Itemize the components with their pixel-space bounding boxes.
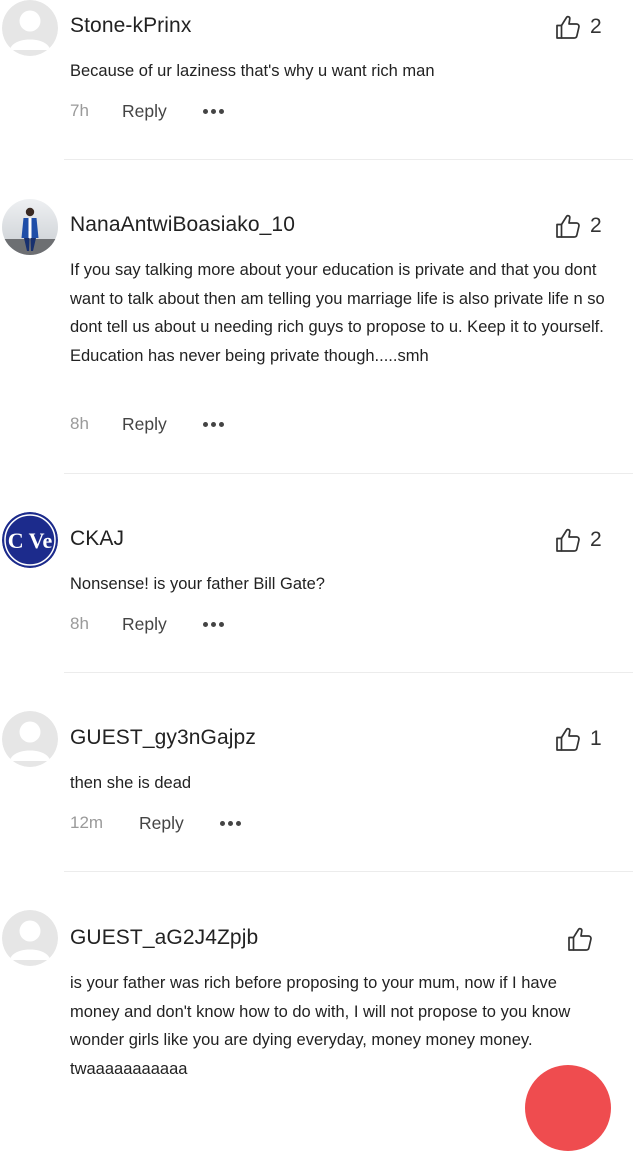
reply-button[interactable]: Reply — [122, 101, 203, 122]
comment-item: C Ve CKAJ 2 Nonsense! is your father Bil… — [0, 512, 633, 672]
timestamp: 12m — [70, 813, 104, 832]
like-count: 1 — [590, 727, 602, 750]
comment-text: then she is dead — [70, 769, 610, 798]
thumbs-up-icon — [556, 15, 580, 39]
comment-text-line: If you say talking more about your educa… — [70, 261, 605, 337]
comment-text-line: then she is dead — [70, 774, 192, 792]
avatar[interactable] — [2, 199, 58, 255]
avatar[interactable]: C Ve — [2, 512, 58, 568]
reply-button[interactable]: Reply — [122, 614, 203, 635]
like-button[interactable] — [566, 924, 594, 954]
thumbs-up-icon — [556, 528, 580, 552]
thumbs-up-icon — [556, 727, 580, 751]
comment-text: is your father was rich before proposing… — [70, 969, 610, 1083]
comment-item: GUEST_aG2J4Zpjb is your father was rich … — [0, 910, 633, 1080]
reply-button[interactable]: Reply — [139, 813, 220, 834]
like-count: 2 — [590, 214, 602, 237]
reply-button[interactable]: Reply — [122, 414, 203, 435]
more-options-icon[interactable] — [203, 614, 224, 634]
timestamp: 8h — [70, 414, 89, 433]
comment-meta: 12m Reply — [70, 809, 241, 837]
like-button[interactable]: 2 — [554, 525, 602, 555]
avatar-logo-text: C Ve — [8, 528, 53, 553]
thumbs-up-icon — [568, 927, 592, 951]
more-options-icon[interactable] — [203, 101, 224, 121]
thumbs-up-icon — [556, 214, 580, 238]
comment-text-line: is your father was rich before proposing… — [70, 974, 571, 1078]
comment-item: GUEST_gy3nGajpz 1 then she is dead 12m R… — [0, 711, 633, 871]
like-button[interactable]: 2 — [554, 12, 602, 42]
avatar[interactable] — [2, 0, 58, 56]
username[interactable]: NanaAntwiBoasiako_10 — [70, 213, 295, 237]
timestamp: 7h — [70, 101, 89, 120]
default-avatar-icon — [2, 0, 58, 56]
comment-text: If you say talking more about your educa… — [70, 256, 610, 370]
username[interactable]: CKAJ — [70, 527, 124, 551]
username[interactable]: Stone-kPrinx — [70, 14, 191, 38]
comment-text-line: Education has never being private though… — [70, 346, 429, 365]
comment-meta: 7h Reply — [70, 97, 224, 125]
comment-meta: 8h Reply — [70, 410, 224, 438]
avatar[interactable] — [2, 711, 58, 767]
user-photo-icon — [2, 199, 58, 255]
comment-text: Because of ur laziness that's why u want… — [70, 57, 610, 86]
floating-action-button[interactable] — [525, 1065, 611, 1151]
timestamp: 8h — [70, 614, 89, 633]
avatar[interactable] — [2, 910, 58, 966]
more-options-icon[interactable] — [220, 813, 241, 833]
username[interactable]: GUEST_gy3nGajpz — [70, 726, 256, 750]
divider — [64, 871, 633, 872]
default-avatar-icon — [2, 711, 58, 767]
comment-text: Nonsense! is your father Bill Gate? — [70, 570, 610, 599]
like-button[interactable]: 1 — [554, 724, 602, 754]
comment-meta: 8h Reply — [70, 610, 224, 638]
divider — [64, 159, 633, 160]
username[interactable]: GUEST_aG2J4Zpjb — [70, 926, 258, 950]
comment-text-line: Because of ur laziness that's why u want… — [70, 62, 435, 80]
comment-item: Stone-kPrinx 2 Because of ur laziness th… — [0, 0, 633, 160]
more-options-icon[interactable] — [203, 414, 224, 434]
comment-item: NanaAntwiBoasiako_10 2 If you say talkin… — [0, 199, 633, 473]
like-button[interactable]: 2 — [554, 211, 602, 241]
default-avatar-icon — [2, 910, 58, 966]
divider — [64, 672, 633, 673]
logo-avatar-icon: C Ve — [2, 512, 58, 568]
like-count: 2 — [590, 15, 602, 38]
divider — [64, 473, 633, 474]
like-count: 2 — [590, 528, 602, 551]
comment-text-line: Nonsense! is your father Bill Gate? — [70, 575, 325, 593]
